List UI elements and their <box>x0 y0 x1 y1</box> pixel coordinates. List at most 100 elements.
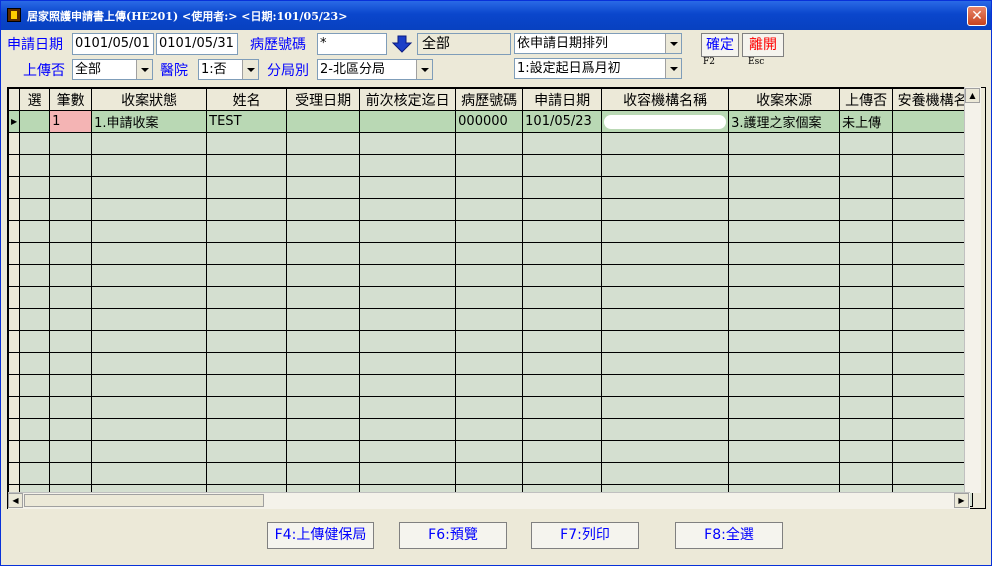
table-cell[interactable] <box>601 198 730 221</box>
table-cell[interactable] <box>728 308 841 331</box>
table-cell[interactable] <box>892 242 974 265</box>
table-cell[interactable] <box>839 352 894 375</box>
table-cell[interactable] <box>19 396 51 419</box>
table-cell[interactable] <box>359 286 457 309</box>
table-row[interactable] <box>8 198 974 221</box>
table-cell[interactable] <box>19 220 51 243</box>
table-cell[interactable] <box>19 418 51 441</box>
table-cell[interactable] <box>455 198 524 221</box>
table-row[interactable] <box>8 132 974 155</box>
table-cell[interactable] <box>91 198 208 221</box>
table-cell[interactable] <box>522 264 603 287</box>
chevron-down-icon[interactable] <box>136 60 152 79</box>
table-cell[interactable] <box>728 176 841 199</box>
table-row[interactable] <box>8 154 974 177</box>
table-cell[interactable] <box>359 176 457 199</box>
uploaded-cell[interactable]: 未上傳 <box>839 110 894 133</box>
table-cell[interactable] <box>522 418 603 441</box>
date-to-field[interactable]: 0101/05/31 <box>156 33 238 55</box>
table-cell[interactable] <box>455 242 524 265</box>
table-cell[interactable] <box>892 418 974 441</box>
table-cell[interactable] <box>49 176 93 199</box>
table-cell[interactable] <box>206 396 288 419</box>
table-cell[interactable] <box>455 308 524 331</box>
table-cell[interactable] <box>91 396 208 419</box>
table-cell[interactable] <box>49 154 93 177</box>
table-cell[interactable] <box>601 154 730 177</box>
table-cell[interactable] <box>49 242 93 265</box>
table-cell[interactable] <box>892 132 974 155</box>
scroll-thumb[interactable] <box>24 494 264 507</box>
uploaded-select[interactable]: 全部 <box>72 59 153 80</box>
table-cell[interactable] <box>601 352 730 375</box>
table-cell[interactable] <box>359 154 457 177</box>
table-cell[interactable] <box>892 286 974 309</box>
table-cell[interactable] <box>455 286 524 309</box>
table-cell[interactable] <box>49 308 93 331</box>
table-cell[interactable] <box>206 374 288 397</box>
table-row[interactable] <box>8 440 974 463</box>
table-cell[interactable] <box>206 286 288 309</box>
table-cell[interactable] <box>455 176 524 199</box>
table-cell[interactable] <box>892 308 974 331</box>
column-header[interactable]: 安養機構名 <box>892 88 974 111</box>
table-cell[interactable] <box>455 462 524 485</box>
table-cell[interactable] <box>359 440 457 463</box>
name-cell[interactable]: TEST <box>206 110 288 133</box>
table-row[interactable] <box>8 462 974 485</box>
table-row[interactable] <box>8 176 974 199</box>
table-cell[interactable] <box>839 154 894 177</box>
table-cell[interactable] <box>601 286 730 309</box>
table-cell[interactable] <box>359 220 457 243</box>
table-cell[interactable] <box>286 374 361 397</box>
table-cell[interactable] <box>892 330 974 353</box>
table-cell[interactable] <box>728 242 841 265</box>
table-cell[interactable] <box>206 462 288 485</box>
arrow-down-icon[interactable] <box>391 34 413 54</box>
chevron-down-icon[interactable] <box>416 60 432 79</box>
table-row[interactable] <box>8 286 974 309</box>
table-cell[interactable] <box>206 308 288 331</box>
table-cell[interactable] <box>522 176 603 199</box>
table-cell[interactable] <box>49 132 93 155</box>
column-header[interactable]: 收案狀態 <box>91 88 208 111</box>
table-cell[interactable] <box>286 198 361 221</box>
table-cell[interactable] <box>91 154 208 177</box>
table-cell[interactable] <box>522 440 603 463</box>
column-header[interactable]: 病歷號碼 <box>455 88 524 111</box>
table-cell[interactable] <box>601 418 730 441</box>
table-cell[interactable] <box>839 286 894 309</box>
institution-cell[interactable] <box>601 110 730 133</box>
table-cell[interactable] <box>91 286 208 309</box>
table-cell[interactable] <box>91 330 208 353</box>
table-cell[interactable] <box>522 132 603 155</box>
table-cell[interactable] <box>839 242 894 265</box>
table-cell[interactable] <box>601 264 730 287</box>
column-header[interactable]: 姓名 <box>206 88 288 111</box>
table-cell[interactable] <box>892 374 974 397</box>
table-cell[interactable] <box>728 198 841 221</box>
table-cell[interactable] <box>522 220 603 243</box>
column-header[interactable]: 選 <box>19 88 51 111</box>
table-cell[interactable] <box>522 330 603 353</box>
table-cell[interactable] <box>19 330 51 353</box>
table-cell[interactable] <box>455 264 524 287</box>
table-cell[interactable] <box>206 176 288 199</box>
table-cell[interactable] <box>49 198 93 221</box>
table-cell[interactable] <box>91 264 208 287</box>
table-cell[interactable] <box>91 462 208 485</box>
table-cell[interactable] <box>522 154 603 177</box>
close-button[interactable]: ✕ <box>967 6 987 26</box>
table-cell[interactable] <box>19 176 51 199</box>
table-cell[interactable] <box>91 220 208 243</box>
table-row[interactable] <box>8 396 974 419</box>
table-cell[interactable] <box>601 396 730 419</box>
table-cell[interactable] <box>206 352 288 375</box>
table-cell[interactable] <box>455 154 524 177</box>
table-cell[interactable] <box>522 352 603 375</box>
table-row[interactable] <box>8 374 974 397</box>
table-cell[interactable] <box>91 440 208 463</box>
table-cell[interactable] <box>728 440 841 463</box>
table-cell[interactable] <box>359 132 457 155</box>
table-cell[interactable] <box>839 308 894 331</box>
